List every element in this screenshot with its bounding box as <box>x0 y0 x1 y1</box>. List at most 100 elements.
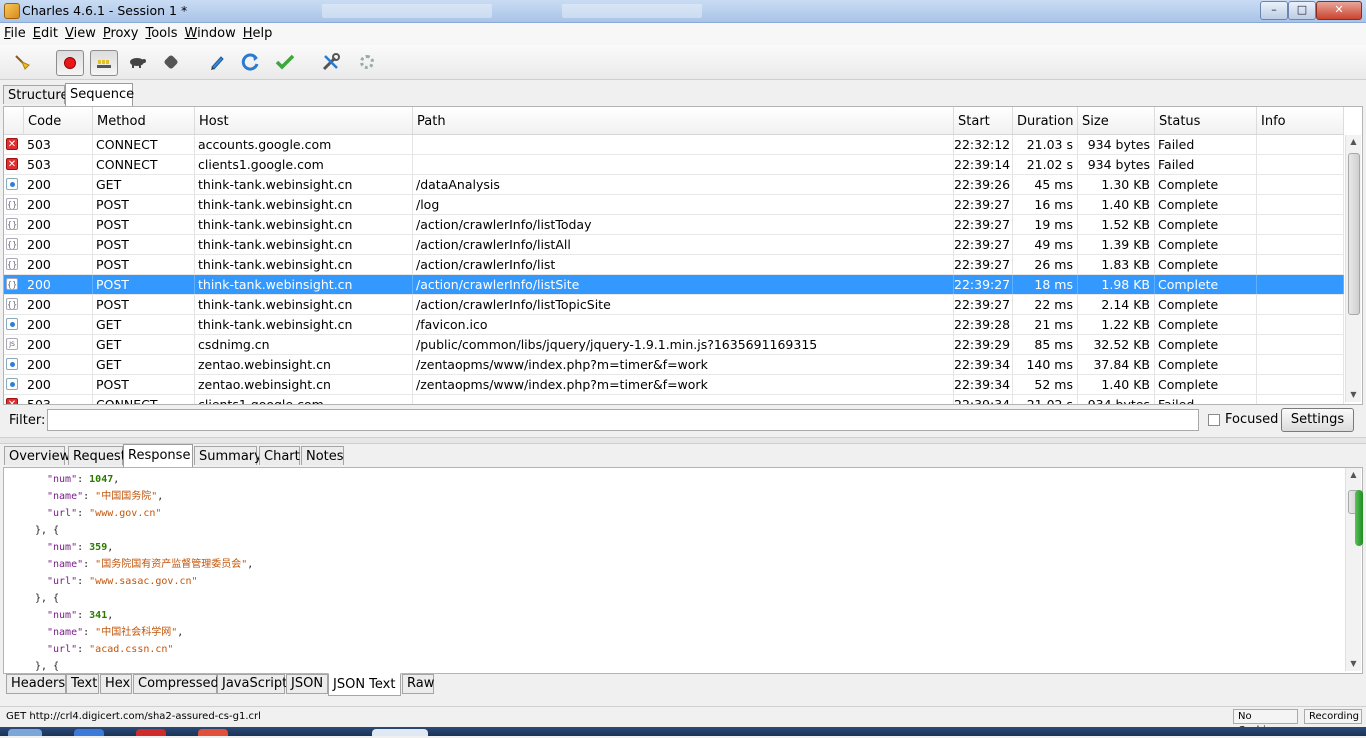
table-row[interactable]: ✕ 503 CONNECT clients1.google.com 22:39:34 21… <box>4 395 1344 404</box>
cell-method: GET <box>93 315 195 334</box>
icon-column-header[interactable] <box>4 107 24 134</box>
tab-notes[interactable]: Notes <box>301 446 344 465</box>
close-button[interactable]: ✕ <box>1316 1 1362 20</box>
table-row[interactable]: 200 POST zentao.webinsight.cn/zentaopms/ww… <box>4 375 1344 395</box>
settings-gear-icon[interactable] <box>354 50 380 74</box>
table-row[interactable]: {} 200 POST think-tank.webinsight.cn/action… <box>4 235 1344 255</box>
tab-raw[interactable]: Raw <box>402 674 434 694</box>
no-caching-indicator[interactable]: No Caching <box>1233 709 1298 736</box>
charles-app-icon <box>4 3 20 19</box>
table-row[interactable]: 200 GET think-tank.webinsight.cn/dataAnaly… <box>4 175 1344 195</box>
stop-icon[interactable] <box>158 50 184 74</box>
table-row[interactable]: {} 200 POST think-tank.webinsight.cn/action… <box>4 295 1344 315</box>
tab-json[interactable]: JSON <box>286 674 328 694</box>
taskbar-app-icon[interactable] <box>198 729 228 736</box>
tab-text[interactable]: Text <box>66 674 99 694</box>
menu-file[interactable]: File <box>0 23 29 41</box>
table-row[interactable]: {} 200 POST think-tank.webinsight.cn/action… <box>4 215 1344 235</box>
table-row[interactable]: 200 GET think-tank.webinsight.cn/favicon.i… <box>4 315 1344 335</box>
scroll-up-arrow[interactable]: ▲ <box>1346 468 1361 482</box>
column-header-host[interactable]: Host <box>195 107 413 134</box>
tab-chart[interactable]: Chart <box>259 446 300 465</box>
cell-info <box>1257 235 1344 254</box>
taskbar-app-icon[interactable] <box>74 729 104 736</box>
cell-code: 200 <box>24 255 93 274</box>
cell-path <box>413 395 954 404</box>
scroll-thumb[interactable] <box>1348 153 1360 315</box>
tools-icon[interactable] <box>318 50 344 74</box>
cell-code: 200 <box>24 275 93 294</box>
record-icon[interactable] <box>56 50 84 76</box>
tab-response[interactable]: Response <box>123 444 193 467</box>
table-scrollbar[interactable]: ▲ ▼ <box>1345 135 1361 402</box>
menu-help[interactable]: Help <box>239 23 276 41</box>
column-header-duration[interactable]: Duration <box>1013 107 1078 134</box>
tab-headers[interactable]: Headers <box>6 674 66 694</box>
error-icon: ✕ <box>6 398 18 404</box>
cell-info <box>1257 175 1344 194</box>
json-line: }, { <box>35 590 59 607</box>
throttle-icon[interactable] <box>90 50 118 76</box>
taskbar-app-icon[interactable] <box>136 729 166 736</box>
tab-json-text[interactable]: JSON Text <box>328 673 401 696</box>
scroll-up-arrow[interactable]: ▲ <box>1346 135 1361 149</box>
scroll-down-arrow[interactable]: ▼ <box>1346 657 1361 671</box>
column-header-info[interactable]: Info <box>1257 107 1344 134</box>
pen-icon[interactable] <box>204 50 230 74</box>
broom-icon[interactable] <box>9 50 35 74</box>
cell-code: 503 <box>24 155 93 174</box>
column-header-method[interactable]: Method <box>93 107 195 134</box>
column-header-start[interactable]: Start <box>954 107 1013 134</box>
check-icon[interactable] <box>272 50 298 74</box>
recording-indicator[interactable]: Recording <box>1304 709 1362 724</box>
refresh-icon[interactable] <box>238 50 264 74</box>
table-row[interactable]: {} 200 POST think-tank.webinsight.cn/log 22:… <box>4 195 1344 215</box>
menu-tools[interactable]: Tools <box>141 23 180 41</box>
settings-button[interactable]: Settings <box>1281 408 1354 432</box>
column-header-path[interactable]: Path <box>413 107 954 134</box>
json-value: "中国国务院" <box>95 491 158 502</box>
turtle-icon[interactable] <box>124 50 150 74</box>
table-row[interactable]: 200 GET zentao.webinsight.cn/zentaopms/www… <box>4 355 1344 375</box>
cell-status: Failed <box>1155 135 1257 154</box>
menu-view[interactable]: View <box>61 23 99 41</box>
column-header-status[interactable]: Status <box>1155 107 1257 134</box>
table-row[interactable]: {} 200 POST think-tank.webinsight.cn/action… <box>4 275 1344 295</box>
focused-checkbox[interactable] <box>1208 414 1220 426</box>
column-header-code[interactable]: Code <box>24 107 93 134</box>
table-row[interactable]: {} 200 POST think-tank.webinsight.cn/action… <box>4 255 1344 275</box>
tab-compressed[interactable]: Compressed <box>133 674 219 694</box>
scroll-down-arrow[interactable]: ▼ <box>1346 388 1361 402</box>
cell-start: 22:39:27 <box>954 255 1013 274</box>
maximize-button[interactable]: □ <box>1288 1 1316 20</box>
menu-edit[interactable]: Edit <box>29 23 61 41</box>
cell-method: CONNECT <box>93 395 195 404</box>
pane-splitter[interactable] <box>0 437 1366 444</box>
table-row[interactable]: ✕ 503 CONNECT clients1.google.com 22:39:14 21… <box>4 155 1344 175</box>
taskbar-start-button[interactable] <box>8 729 42 736</box>
window-title: Charles 4.6.1 - Session 1 * <box>22 3 188 18</box>
tab-sequence[interactable]: Sequence <box>65 83 134 106</box>
tab-request[interactable]: Request <box>68 446 126 465</box>
table-row[interactable]: ✕ 503 CONNECT accounts.google.com 22:32:12 21… <box>4 135 1344 155</box>
menu-proxy[interactable]: Proxy <box>99 23 142 41</box>
menu-window[interactable]: Window <box>180 23 238 41</box>
cell-host: think-tank.webinsight.cn <box>195 295 413 314</box>
tab-javascript[interactable]: JavaScript <box>217 674 287 694</box>
table-row[interactable]: JS 200 GET csdnimg.cn/public/common/libs/jq… <box>4 335 1344 355</box>
tab-structure[interactable]: Structure <box>3 85 68 104</box>
cell-code: 200 <box>24 315 93 334</box>
cell-path: /action/crawlerInfo/listToday <box>413 215 954 234</box>
response-body[interactable]: "num": 1047, "name": "中国国务院", "url": "www.… <box>3 467 1363 674</box>
status-bar: GET http://crl4.digicert.com/sha2-assure… <box>0 706 1366 736</box>
tab-summary[interactable]: Summary <box>194 446 262 465</box>
cell-code: 200 <box>24 175 93 194</box>
tab-hex[interactable]: Hex <box>100 674 132 694</box>
tab-overview[interactable]: Overview <box>4 446 70 465</box>
minimize-button[interactable]: – <box>1260 1 1288 20</box>
filter-input[interactable] <box>47 409 1199 431</box>
column-header-size[interactable]: Size <box>1078 107 1155 134</box>
cell-duration: 45 ms <box>1013 175 1078 194</box>
cell-method: GET <box>93 335 195 354</box>
taskbar-active-app[interactable] <box>372 729 428 736</box>
